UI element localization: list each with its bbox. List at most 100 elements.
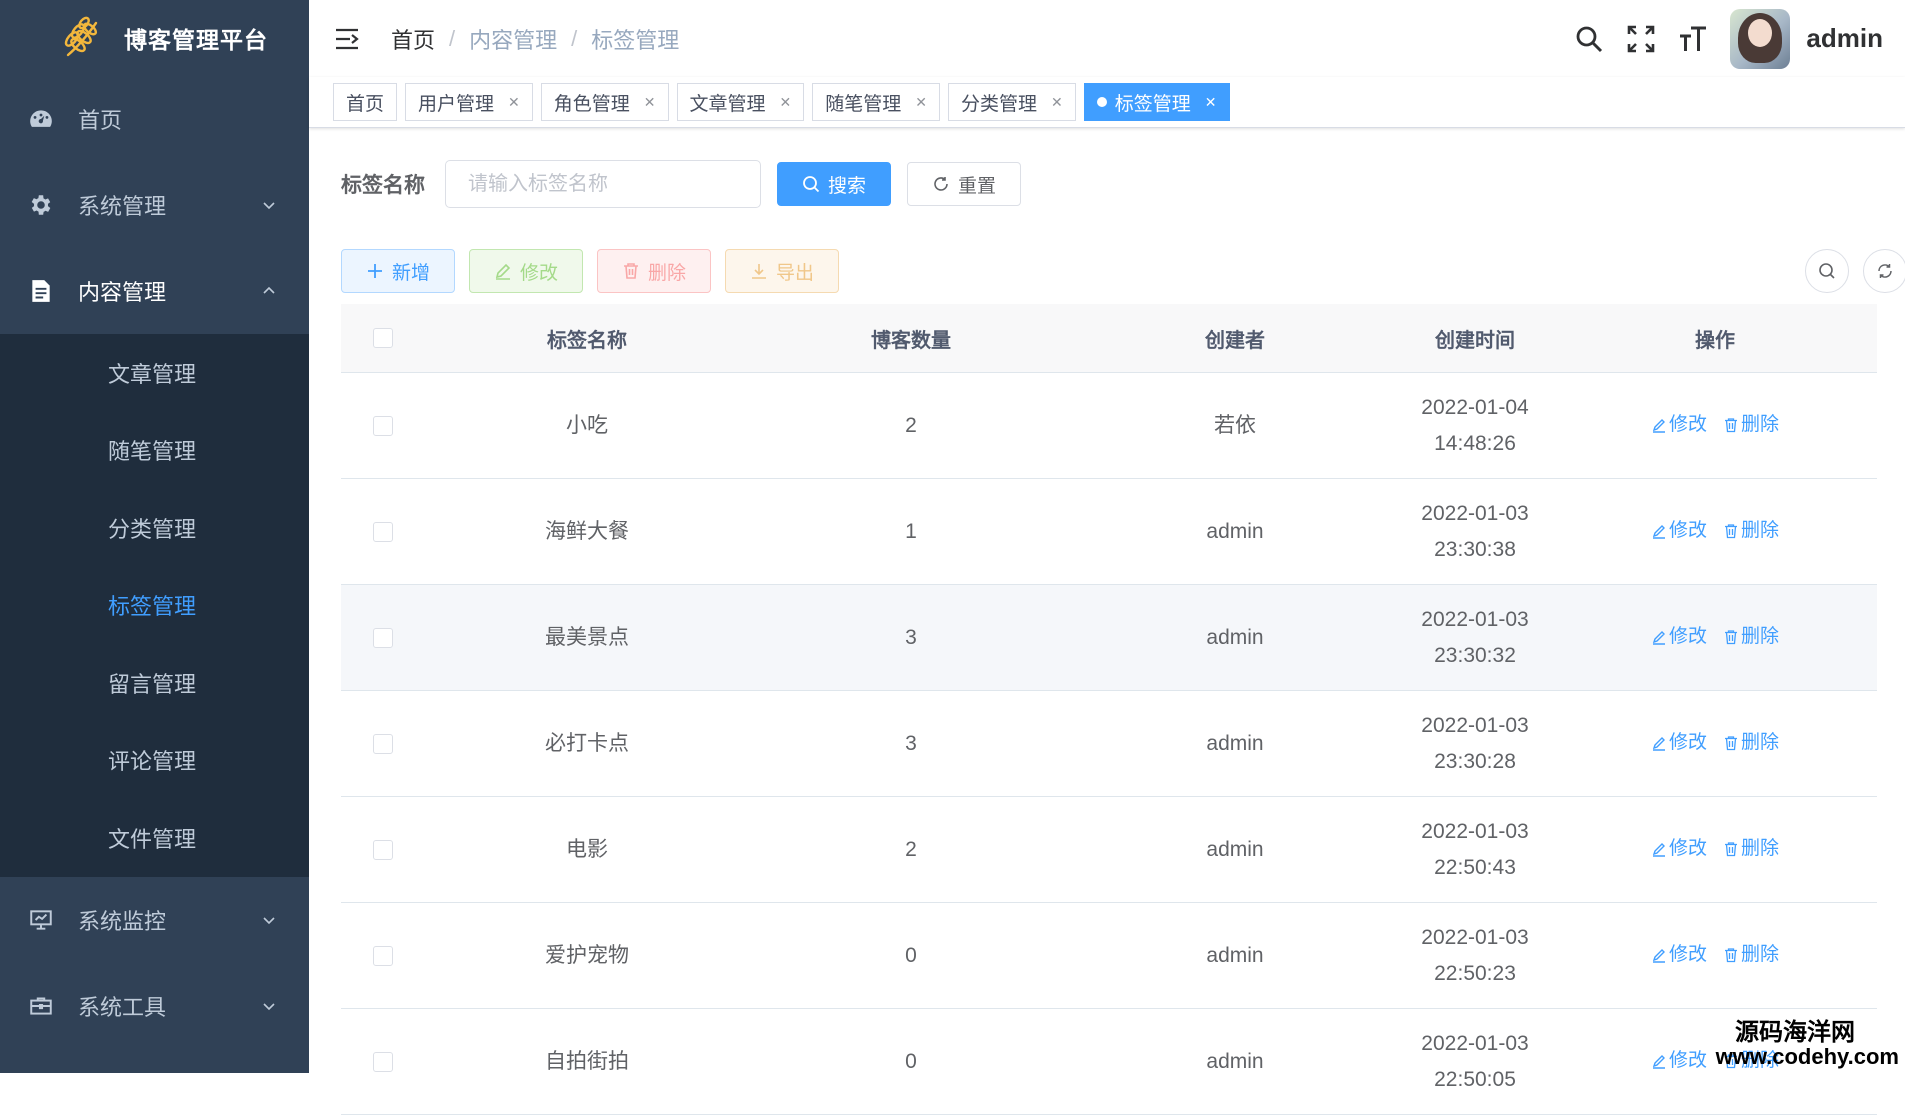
sidebar-item-monitor[interactable]: 系统监控: [0, 877, 309, 963]
sidebar-item-comment[interactable]: 评论管理: [0, 722, 309, 800]
toolbar: 新增 修改 删除 导出: [341, 238, 1905, 304]
search-button[interactable]: 搜索: [777, 162, 891, 206]
navbar-right: admin: [1552, 0, 1883, 77]
tag-essay[interactable]: 随笔管理 ✕: [812, 83, 941, 121]
refresh-button[interactable]: [1863, 249, 1905, 293]
tag-home[interactable]: 首页: [333, 83, 398, 121]
table-row[interactable]: 爱护宠物 0 admin 2022-01-03 22:50:23 修改 删除: [341, 902, 1877, 1009]
column-header[interactable]: 博客数量: [749, 304, 1073, 373]
row-edit-button[interactable]: 修改: [1651, 725, 1707, 761]
row-edit-button[interactable]: 修改: [1651, 831, 1707, 867]
monitor-icon: [28, 907, 54, 933]
sidebar-item-tag[interactable]: 标签管理: [0, 567, 309, 645]
select-all-checkbox[interactable]: [373, 328, 393, 349]
row-edit-label: 修改: [1668, 943, 1707, 965]
sidebar-item-message[interactable]: 留言管理: [0, 644, 309, 722]
select-all-cell: [341, 304, 425, 373]
select-cell: [341, 478, 425, 585]
search-icon[interactable]: [1574, 24, 1604, 54]
edit-icon: [1651, 947, 1669, 963]
close-icon[interactable]: ✕: [1205, 94, 1217, 111]
close-icon[interactable]: ✕: [915, 94, 927, 111]
creator-cell: admin: [1073, 478, 1397, 585]
logo[interactable]: 博客管理平台: [0, 0, 309, 76]
row-delete-button[interactable]: 删除: [1723, 831, 1779, 867]
tag-table: 标签名称 博客数量 创建者 创建时间 操作 小吃 2 若依 2022-01-04 14:…: [341, 304, 1877, 1115]
row-edit-button[interactable]: 修改: [1651, 513, 1707, 549]
sidebar-item-essay[interactable]: 随笔管理: [0, 412, 309, 490]
sidebar-item-file[interactable]: 文件管理: [0, 799, 309, 877]
tag-name-input[interactable]: [445, 160, 761, 208]
row-edit-button[interactable]: 修改: [1651, 1043, 1707, 1079]
sidebar-item-article[interactable]: 文章管理: [0, 334, 309, 412]
row-delete-button[interactable]: 删除: [1723, 619, 1779, 655]
sidebar-item-content[interactable]: 内容管理: [0, 248, 309, 334]
row-edit-button[interactable]: 修改: [1651, 619, 1707, 655]
gear-icon: [28, 192, 54, 218]
row-edit-button[interactable]: 修改: [1651, 937, 1707, 973]
edit-button[interactable]: 修改: [469, 249, 583, 293]
row-checkbox[interactable]: [373, 839, 393, 860]
created-clock: 23:30:38: [1434, 537, 1516, 561]
tag-article[interactable]: 文章管理 ✕: [676, 83, 805, 121]
row-delete-button[interactable]: 删除: [1723, 407, 1779, 443]
tag-user[interactable]: 用户管理 ✕: [405, 83, 533, 121]
column-header[interactable]: 创建时间: [1397, 304, 1553, 373]
tag-label: 文章管理: [689, 93, 766, 115]
search-icon: [1819, 263, 1835, 279]
tag-label: 用户管理: [418, 93, 495, 115]
row-checkbox[interactable]: [373, 627, 393, 648]
created-clock: 14:48:26: [1434, 431, 1516, 455]
content: 标签名称 搜索 重置 新增 修改 删除: [309, 128, 1905, 1115]
table-row[interactable]: 最美景点 3 admin 2022-01-03 23:30:32 修改 删除: [341, 584, 1877, 691]
tag-category[interactable]: 分类管理 ✕: [948, 83, 1076, 121]
add-button[interactable]: 新增: [341, 249, 455, 293]
creator-cell: admin: [1073, 902, 1397, 1009]
watermark: 源码海洋网 www.codehy.com: [1716, 1021, 1899, 1069]
select-cell: [341, 690, 425, 797]
sidebar-item-tools[interactable]: 系统工具: [0, 963, 309, 1049]
reset-button[interactable]: 重置: [907, 162, 1021, 206]
row-checkbox[interactable]: [373, 415, 393, 436]
row-checkbox[interactable]: [373, 1051, 393, 1072]
creator-cell: admin: [1073, 690, 1397, 797]
breadcrumb-home[interactable]: 首页: [391, 23, 435, 55]
breadcrumb-separator: /: [449, 25, 456, 51]
font-size-icon[interactable]: [1678, 24, 1708, 54]
username[interactable]: admin: [1806, 23, 1883, 54]
table-row[interactable]: 自拍街拍 0 admin 2022-01-03 22:50:05 修改 删除: [341, 1008, 1877, 1115]
sidebar-item-label: 系统工具: [78, 994, 167, 1020]
close-icon[interactable]: ✕: [1051, 94, 1063, 111]
sidebar-item-home[interactable]: 首页: [0, 76, 309, 162]
hamburger-icon[interactable]: [333, 25, 361, 53]
delete-button[interactable]: 删除: [597, 249, 711, 293]
table-row[interactable]: 必打卡点 3 admin 2022-01-03 23:30:28 修改 删除: [341, 690, 1877, 797]
sidebar-item-category[interactable]: 分类管理: [0, 489, 309, 567]
row-checkbox[interactable]: [373, 945, 393, 966]
creator-cell: admin: [1073, 796, 1397, 903]
column-header[interactable]: 标签名称: [425, 304, 749, 373]
tag-tag-management[interactable]: 标签管理 ✕: [1083, 83, 1230, 121]
row-edit-button[interactable]: 修改: [1651, 407, 1707, 443]
close-icon[interactable]: ✕: [780, 94, 792, 111]
tag-role[interactable]: 角色管理 ✕: [540, 83, 669, 121]
toggle-search-button[interactable]: [1805, 249, 1849, 293]
avatar[interactable]: [1730, 8, 1791, 69]
table-row[interactable]: 小吃 2 若依 2022-01-04 14:48:26 修改 删除: [341, 372, 1877, 479]
edit-icon: [1651, 523, 1669, 539]
row-checkbox[interactable]: [373, 521, 393, 542]
export-button[interactable]: 导出: [725, 249, 839, 293]
sidebar-item-system[interactable]: 系统管理: [0, 162, 309, 248]
table-row[interactable]: 海鲜大餐 1 admin 2022-01-03 23:30:38 修改 删除: [341, 478, 1877, 585]
row-delete-button[interactable]: 删除: [1723, 513, 1779, 549]
row-delete-button[interactable]: 删除: [1723, 937, 1779, 973]
table-row[interactable]: 电影 2 admin 2022-01-03 22:50:43 修改 删除: [341, 796, 1877, 903]
row-delete-button[interactable]: 删除: [1723, 725, 1779, 761]
fullscreen-icon[interactable]: [1626, 24, 1656, 54]
row-checkbox[interactable]: [373, 733, 393, 754]
close-icon[interactable]: ✕: [508, 94, 520, 111]
column-header[interactable]: 创建者: [1073, 304, 1397, 373]
reset-button-label: 重置: [957, 175, 996, 197]
breadcrumb-current: 标签管理: [591, 27, 680, 53]
close-icon[interactable]: ✕: [644, 94, 656, 111]
